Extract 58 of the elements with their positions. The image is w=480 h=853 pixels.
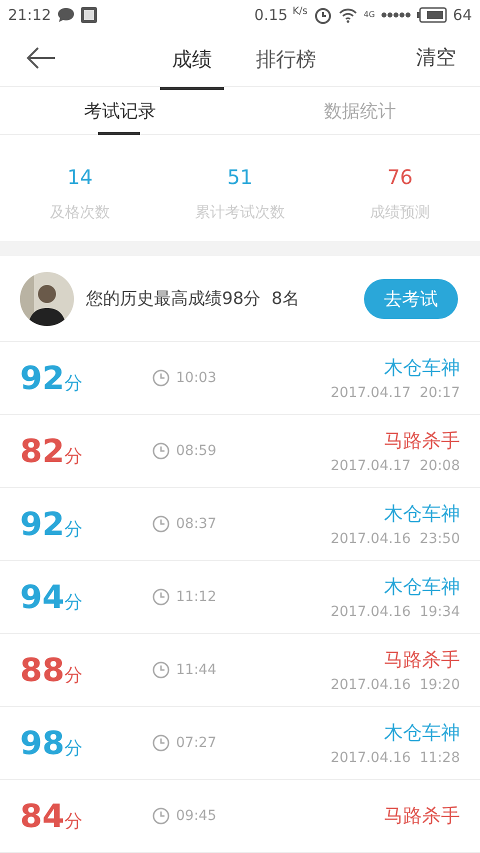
battery-icon xyxy=(416,6,447,23)
take-exam-button[interactable]: 去考试 xyxy=(364,278,458,319)
record-date: 2017.04.16 11:28 xyxy=(330,750,460,766)
clock-icon xyxy=(152,442,170,460)
alarm-icon xyxy=(314,6,332,24)
battery-level: 64 xyxy=(452,6,472,24)
duration: 11:44 xyxy=(176,662,216,678)
score: 92分 xyxy=(20,359,84,397)
record-date: 2017.04.17 20:17 xyxy=(330,385,460,401)
stat-value: 14 xyxy=(67,165,93,190)
record-row[interactable]: 98分 07:27 木仓车神 2017.04.16 11:28 xyxy=(0,707,480,780)
wifi-icon xyxy=(338,6,358,23)
record-date: 2017.04.16 19:20 xyxy=(330,677,460,693)
clock-icon xyxy=(152,369,170,387)
duration: 09:45 xyxy=(176,808,216,824)
duration: 07:27 xyxy=(176,735,216,751)
score: 82分 xyxy=(20,432,84,470)
back-icon[interactable] xyxy=(26,46,56,69)
clear-button[interactable]: 清空 xyxy=(416,44,456,72)
record-row[interactable]: 94分 11:12 木仓车神 2017.04.16 19:34 xyxy=(0,561,480,634)
score: 88分 xyxy=(20,651,84,689)
duration: 08:59 xyxy=(176,443,216,459)
clock-icon xyxy=(152,515,170,533)
app-icon xyxy=(81,6,98,23)
record-row[interactable]: 92分 08:37 木仓车神 2017.04.16 23:50 xyxy=(0,488,480,561)
duration: 10:03 xyxy=(176,370,216,386)
record-title: 木仓车神 xyxy=(384,721,460,746)
chat-icon xyxy=(57,6,76,23)
record-title: 马路杀手 xyxy=(384,648,460,673)
record-date: 2017.04.16 19:34 xyxy=(330,604,460,620)
record-title: 木仓车神 xyxy=(384,502,460,527)
clock-icon xyxy=(152,661,170,679)
record-row[interactable]: 84分 09:45 马路杀手 xyxy=(0,780,480,853)
stat-value: 51 xyxy=(227,165,253,190)
record-title: 木仓车神 xyxy=(384,356,460,381)
clock-icon xyxy=(152,807,170,825)
best-score-text: 您的历史最高成绩98分 8名 xyxy=(86,288,300,310)
score: 84分 xyxy=(20,797,84,835)
record-date: 2017.04.17 20:08 xyxy=(330,458,460,474)
record-title: 马路杀手 xyxy=(384,429,460,454)
record-title: 木仓车神 xyxy=(384,575,460,600)
clock-icon xyxy=(152,588,170,606)
score: 94分 xyxy=(20,578,84,616)
network-speed: 0.15 $^{K/s}$ xyxy=(254,6,308,24)
signal-icon xyxy=(380,10,411,19)
score: 92分 xyxy=(20,505,84,543)
status-time: 21:12 xyxy=(8,6,52,24)
record-row[interactable]: 92分 10:03 木仓车神 2017.04.17 20:17 xyxy=(0,342,480,415)
score: 98分 xyxy=(20,724,84,762)
clock-icon xyxy=(152,734,170,752)
record-date: 2017.04.16 23:50 xyxy=(330,531,460,547)
duration: 11:12 xyxy=(176,589,216,605)
stat-value: 76 xyxy=(387,165,413,190)
record-row[interactable]: 82分 08:59 马路杀手 2017.04.17 20:08 xyxy=(0,415,480,488)
network-type: 4G xyxy=(364,10,375,20)
record-title: 马路杀手 xyxy=(384,804,460,829)
record-row[interactable]: 88分 11:44 马路杀手 2017.04.16 19:20 xyxy=(0,634,480,707)
duration: 08:37 xyxy=(176,516,216,532)
